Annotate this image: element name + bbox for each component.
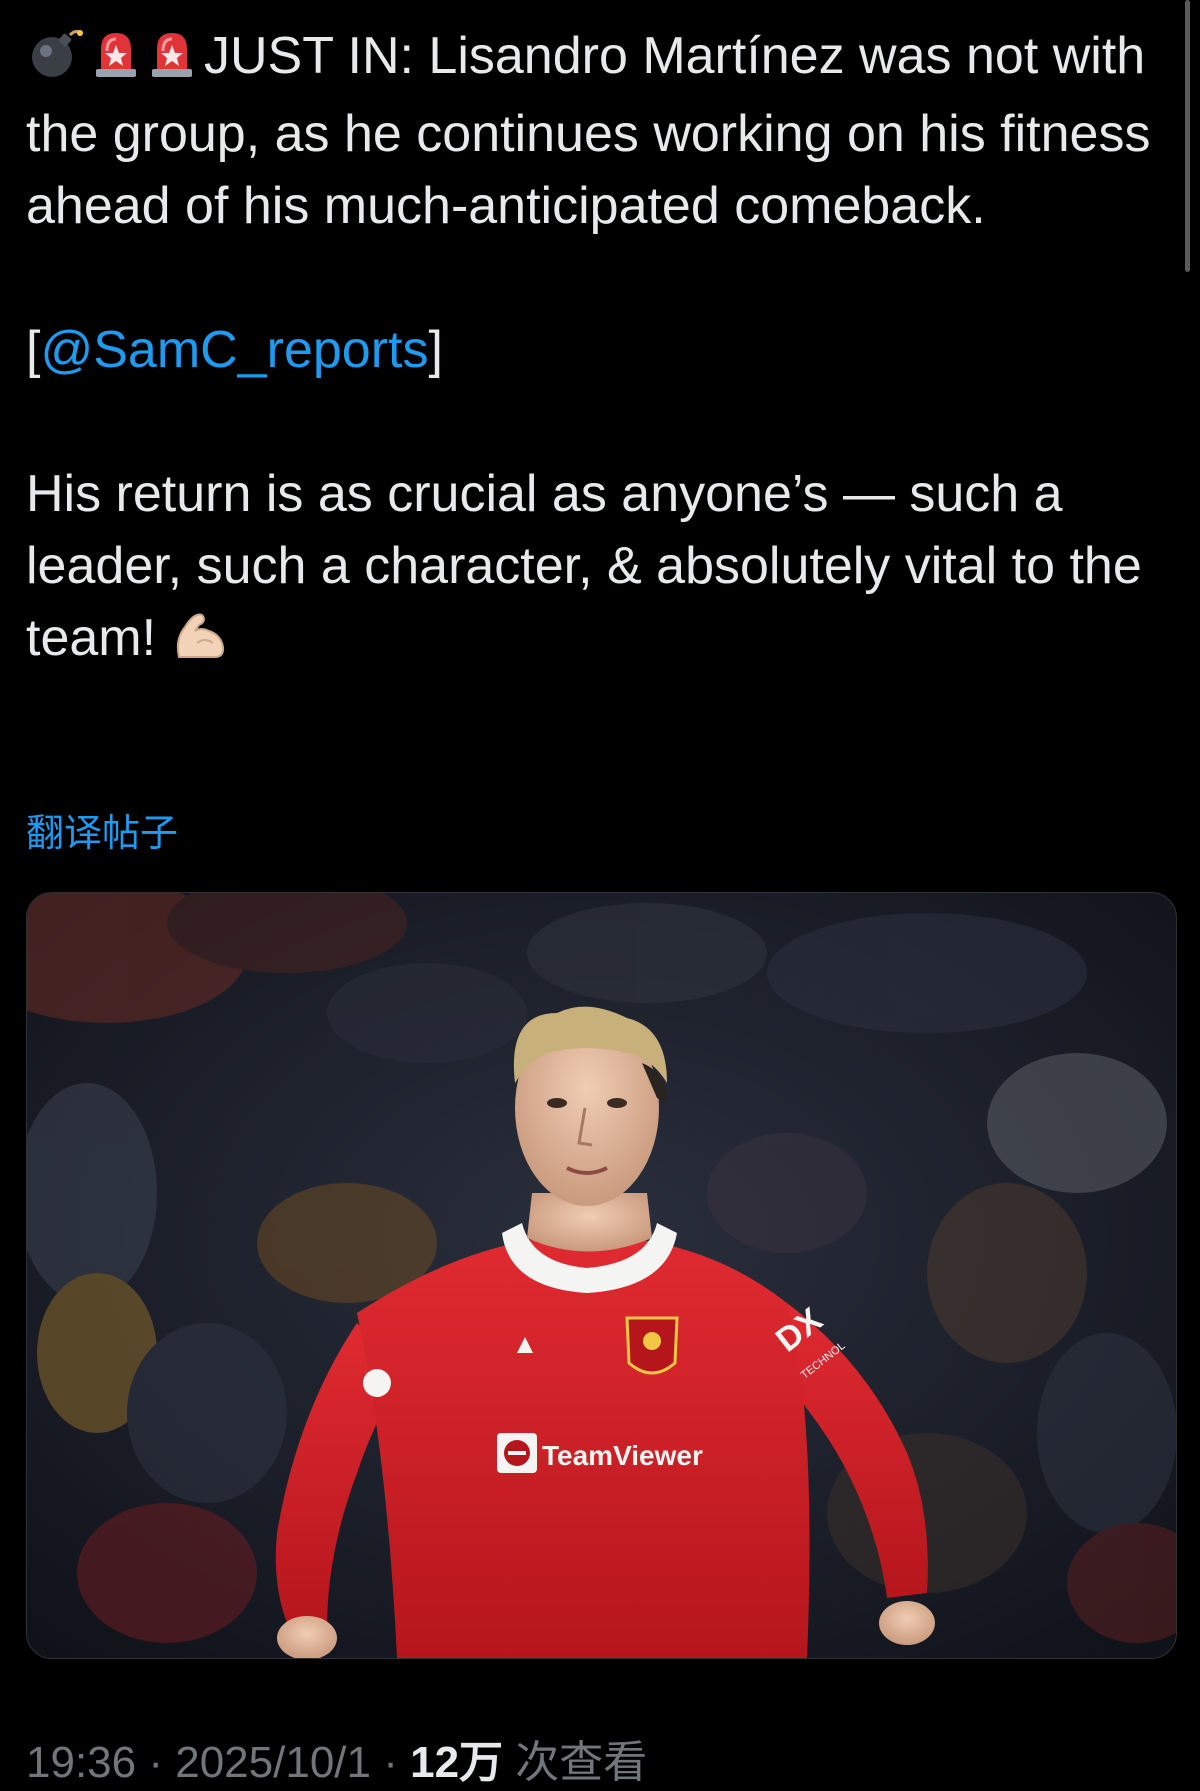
- source-paragraph: [@SamC_reports]: [26, 314, 1176, 386]
- post-text: JUST IN: Lisandro Martínez was not with …: [26, 20, 1176, 680]
- scrollbar[interactable]: [1185, 0, 1190, 272]
- mention-bracket-close: ]: [428, 321, 443, 379]
- mention-link[interactable]: @SamC_reports: [40, 321, 428, 379]
- siren-icon: [92, 26, 140, 98]
- comment-paragraph: His return is as crucial as anyone’s — s…: [26, 458, 1176, 680]
- headline-paragraph: JUST IN: Lisandro Martínez was not with …: [26, 20, 1176, 242]
- footballer-photo: TeamViewer DX TECHNOL: [27, 893, 1176, 1658]
- siren-icon: [148, 26, 196, 98]
- translate-post-link[interactable]: 翻译帖子: [26, 808, 178, 858]
- post-metadata: 19:36 · 2025/10/1 · 12万 次查看: [26, 1735, 647, 1791]
- league-patch-icon: [363, 1369, 391, 1397]
- mention-bracket-open: [: [26, 321, 41, 379]
- bomb-icon: [26, 26, 84, 98]
- kit-sponsor-text: TeamViewer: [542, 1440, 703, 1471]
- flexed-biceps-icon: [171, 608, 229, 680]
- post-photo[interactable]: TeamViewer DX TECHNOL: [26, 892, 1177, 1659]
